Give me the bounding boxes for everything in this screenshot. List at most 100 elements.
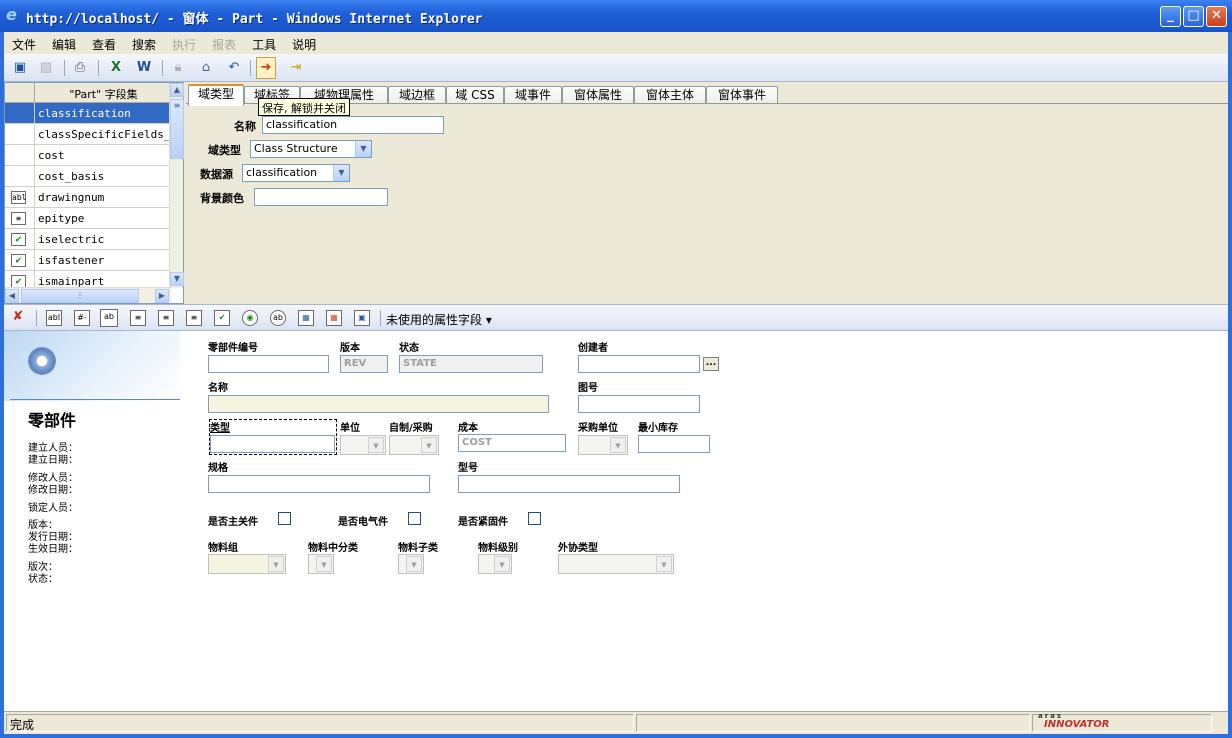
is-main-part-checkbox[interactable]: [278, 512, 291, 525]
title-bar[interactable]: e http://localhost/ - 窗体 - Part - Window…: [0, 0, 1232, 32]
field-type-select[interactable]: Class Structure ▼: [250, 140, 372, 158]
menu-search[interactable]: 搜索: [124, 32, 164, 54]
material-level-select[interactable]: ▼: [478, 554, 512, 574]
field-list-vscroll[interactable]: ▲ ≡ ▼: [169, 83, 184, 288]
state-label: 状态: [399, 343, 419, 354]
maximize-button[interactable]: □: [1183, 6, 1204, 27]
field-row[interactable]: cost: [5, 145, 171, 166]
unused-fields-dropdown[interactable]: 未使用的属性字段 ▾: [386, 311, 492, 328]
cost-input[interactable]: COST: [458, 434, 566, 452]
image-field-icon[interactable]: ▣: [354, 310, 370, 326]
field-row[interactable]: ✔ ismainpart: [5, 271, 171, 288]
delete-field-icon[interactable]: ✘: [10, 310, 26, 326]
print-icon[interactable]: ⎙: [70, 58, 90, 78]
menu-tools[interactable]: 工具: [244, 32, 284, 54]
cost-label: 成本: [458, 423, 478, 434]
scroll-down-icon[interactable]: ▼: [170, 272, 184, 286]
client-area: 文件 编辑 查看 搜索 执行 报表 工具 说明 ▣ ▨ ⎙ X W 🔒︎ ⌂ ↶ ➜ ⇥ "P…: [4, 32, 1228, 734]
menu-help[interactable]: 说明: [284, 32, 324, 54]
field-row[interactable]: classSpecificFields_...: [5, 124, 171, 145]
minimize-button[interactable]: _: [1160, 6, 1181, 27]
export-word-icon[interactable]: W: [134, 58, 154, 78]
creator-search-button[interactable]: ...: [703, 357, 719, 371]
name-label: 名称: [234, 120, 256, 133]
chevron-down-icon: ▼: [656, 556, 672, 572]
tab-field-type[interactable]: 域类型: [188, 84, 244, 106]
field-toolbar: ✘ abl #- ab ≡ ≡ ≡ ✔ ◉ ab ▦ ▦ ▣ 未使用的属性字段 …: [4, 304, 1228, 331]
material-mid-select[interactable]: ▼: [308, 554, 334, 574]
main-toolbar: ▣ ▨ ⎙ X W 🔒︎ ⌂ ↶ ➜ ⇥: [4, 54, 1228, 82]
text-field-icon: abl: [11, 191, 27, 204]
name-label: 名称: [208, 383, 228, 394]
type-input[interactable]: [210, 435, 335, 453]
field-row[interactable]: ≡ epitype: [5, 208, 171, 229]
chevron-down-icon: ▼: [316, 556, 332, 572]
creator-label: 创建者: [578, 343, 608, 354]
dropdown-field-icon[interactable]: ≡: [130, 310, 146, 326]
revision-label: 版本: [340, 343, 360, 354]
listbox-field-icon[interactable]: ≡: [158, 310, 174, 326]
tab-content: 名称 classification 域类型 Class Structure ▼ 数…: [186, 103, 1228, 303]
material-group-select[interactable]: ▼: [208, 554, 286, 574]
name-input[interactable]: classification: [262, 116, 444, 134]
save-icon[interactable]: ▣: [10, 58, 30, 78]
material-group-label: 物料组: [208, 543, 238, 554]
button-field-icon[interactable]: ab: [270, 310, 286, 326]
bgcolor-input[interactable]: [254, 188, 388, 206]
chevron-down-icon: ▼: [368, 437, 384, 453]
drawing-number-input[interactable]: [578, 395, 700, 413]
model-input[interactable]: [458, 475, 680, 493]
export-excel-icon[interactable]: X: [106, 58, 126, 78]
checkbox-field-icon[interactable]: ✔: [214, 310, 230, 326]
field-row[interactable]: ✔ iselectric: [5, 229, 171, 250]
hscroll-thumb[interactable]: ⋮: [21, 289, 139, 303]
item-number-input[interactable]: [208, 355, 329, 373]
state-input: STATE: [399, 355, 543, 373]
menu-file[interactable]: 文件: [4, 32, 44, 54]
undo-icon[interactable]: ↶: [224, 58, 244, 78]
checkbox-field-icon: ✔: [11, 233, 26, 246]
color-field-icon[interactable]: ▦: [326, 310, 342, 326]
integer-field-icon[interactable]: #-: [74, 310, 90, 326]
field-list-hscroll[interactable]: ◀ ⋮ ▶: [5, 287, 171, 303]
creator-input[interactable]: [578, 355, 700, 373]
field-row[interactable]: abl drawingnum: [5, 187, 171, 208]
save-unlock-close-icon[interactable]: ➜: [256, 57, 276, 79]
material-mid-label: 物料中分类: [308, 543, 358, 554]
menu-view[interactable]: 查看: [84, 32, 124, 54]
text-field-icon[interactable]: abl: [46, 310, 62, 326]
scroll-up-icon[interactable]: ▲: [170, 83, 184, 97]
field-row[interactable]: ✔ isfastener: [5, 250, 171, 271]
unlock-icon[interactable]: ⌂: [196, 58, 216, 78]
purchase-unit-label: 采购单位: [578, 423, 618, 434]
datasource-select[interactable]: classification ▼: [242, 164, 350, 182]
field-type-label: 域类型: [208, 144, 241, 157]
scroll-left-icon[interactable]: ◀: [5, 289, 19, 303]
exit-icon[interactable]: ⇥: [286, 58, 306, 78]
is-fastener-checkbox[interactable]: [528, 512, 541, 525]
textarea-field-icon[interactable]: ab: [100, 309, 118, 327]
model-label: 型号: [458, 463, 478, 474]
make-buy-select[interactable]: ▼: [389, 435, 439, 455]
item-number-label: 零部件编号: [208, 343, 258, 354]
radio-field-icon[interactable]: ◉: [242, 310, 258, 326]
date-field-icon[interactable]: ▦: [298, 310, 314, 326]
material-sub-select[interactable]: ▼: [398, 554, 424, 574]
min-stock-input[interactable]: [638, 435, 710, 453]
scroll-thumb[interactable]: ≡: [170, 99, 184, 159]
is-electric-checkbox[interactable]: [408, 512, 421, 525]
multi-listbox-field-icon[interactable]: ≡: [186, 310, 202, 326]
field-row[interactable]: classification: [5, 103, 171, 124]
field-row[interactable]: cost_basis: [5, 166, 171, 187]
scroll-right-icon[interactable]: ▶: [155, 289, 169, 303]
outsource-type-select[interactable]: ▼: [558, 554, 674, 574]
menu-reports: 报表: [212, 38, 237, 52]
chevron-down-icon: ▼: [333, 165, 349, 181]
menu-edit[interactable]: 编辑: [44, 32, 84, 54]
unit-select[interactable]: ▼: [340, 435, 386, 455]
spec-input[interactable]: [208, 475, 430, 493]
close-button[interactable]: ✕: [1206, 6, 1227, 27]
purchase-unit-select[interactable]: ▼: [578, 435, 628, 455]
revision-input: REV: [340, 355, 388, 373]
name-input[interactable]: [208, 395, 549, 413]
